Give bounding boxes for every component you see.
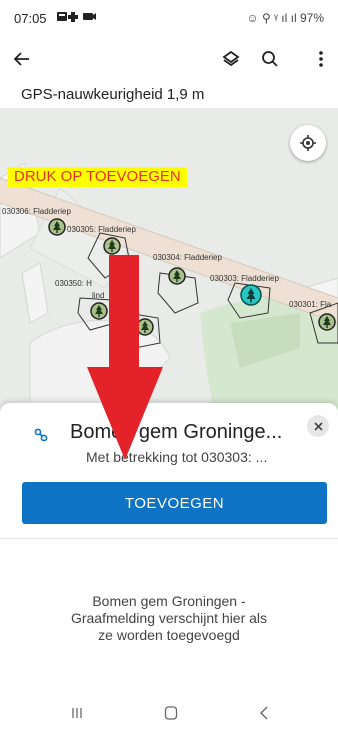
add-button[interactable]: TOEVOEGEN: [22, 482, 327, 524]
notification-icons: [57, 11, 97, 25]
close-button[interactable]: [307, 415, 329, 437]
map-label: 030301: Fla: [289, 300, 332, 309]
tree-marker-icon[interactable]: [318, 313, 336, 331]
tree-marker-icon[interactable]: [168, 267, 186, 285]
more-options-button[interactable]: [306, 44, 336, 74]
tree-marker-icon[interactable]: [48, 218, 66, 236]
status-bar: 07:05 ☺ ⚲ ᵞ ıl ıl 97%: [0, 0, 338, 36]
status-time: 07:05: [14, 11, 47, 26]
tree-marker-icon[interactable]: [103, 237, 121, 255]
map-canvas: [0, 162, 338, 418]
search-button[interactable]: [255, 44, 285, 74]
layers-icon: [222, 50, 240, 67]
home-icon[interactable]: [164, 705, 178, 721]
search-icon: [262, 51, 278, 67]
status-indicators: ☺ ⚲ ᵞ ıl ıl 97%: [246, 11, 324, 25]
link-icon: [34, 428, 48, 442]
crosshair-icon: [300, 135, 316, 151]
annotation-arrow-icon: [87, 255, 163, 460]
back-nav-icon[interactable]: [258, 705, 270, 721]
divider: [0, 538, 338, 539]
notification-icon: [57, 12, 96, 22]
map-label: 030305: Fladderiep: [67, 225, 136, 234]
more-vert-icon: [319, 51, 323, 67]
system-nav-bar: [0, 698, 338, 729]
empty-state-text: Bomen gem Groningen - Graafmelding versc…: [70, 593, 268, 643]
locate-button[interactable]: [290, 125, 326, 161]
app-bar: [0, 36, 338, 82]
tree-marker-selected-icon[interactable]: [240, 284, 262, 306]
layers-button[interactable]: [216, 44, 246, 74]
instruction-label: DRUK OP TOEVOEGEN: [8, 167, 187, 187]
map-view[interactable]: 030306: Fladderiep 030305: Fladderiep 03…: [0, 108, 338, 418]
close-icon: [313, 421, 323, 431]
map-label: 030303: Fladderiep: [210, 274, 279, 283]
recents-icon[interactable]: [70, 706, 84, 720]
map-label: 030306: Fladderiep: [2, 207, 71, 216]
back-button[interactable]: [7, 44, 37, 74]
arrow-left-icon: [13, 52, 29, 66]
gps-accuracy: GPS-nauwkeurigheid 1,9 m: [21, 86, 205, 103]
